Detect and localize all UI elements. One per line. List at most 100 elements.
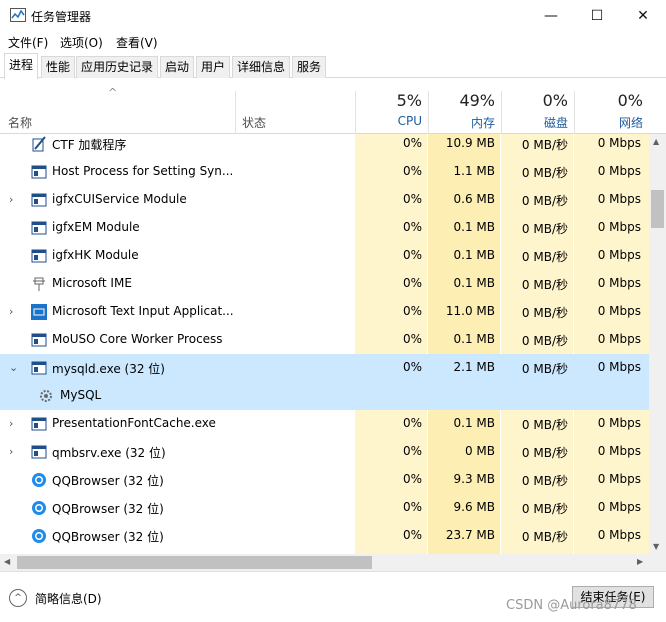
menu-options[interactable]: 选项(O) [60, 34, 103, 51]
column-network[interactable]: 0% 网络 [574, 83, 649, 134]
column-name[interactable]: 名称 [8, 114, 32, 131]
footer: ^ 简略信息(D) 结束任务(E) CSDN @Aurora8778 [0, 571, 666, 622]
title-bar: 任务管理器 — ☐ ✕ [0, 0, 666, 31]
process-name: igfxHK Module [52, 248, 139, 262]
process-row[interactable]: › igfxCUIService Module 0% 0.6 MB 0 MB/秒 0 Mb… [0, 186, 649, 214]
close-button[interactable]: ✕ [620, 0, 666, 31]
tab-services[interactable]: 服务 [292, 56, 327, 78]
memory-value: 9.3 MB [453, 472, 495, 486]
disk-value: 0 MB/秒 [521, 166, 568, 180]
service-window-icon [31, 360, 47, 376]
process-row[interactable]: Host Process for Setting Syn... 0% 1.1 MB 0… [0, 158, 649, 186]
scroll-up-icon[interactable]: ▲ [653, 137, 659, 146]
service-row[interactable]: MySQL [0, 382, 649, 410]
process-row[interactable]: › Microsoft Text Input Applicat... 0% 11.0 … [0, 298, 649, 326]
disk-value: 0 MB/秒 [521, 194, 568, 208]
process-row[interactable]: QQBrowser (32 位) 0% 9.3 MB 0 MB/秒 0 Mbps [0, 466, 649, 494]
memory-value: 0.1 MB [453, 416, 495, 430]
tab-details[interactable]: 详细信息 [232, 56, 291, 78]
cpu-value: 0% [402, 332, 422, 346]
expand-chevron-icon[interactable]: › [9, 193, 13, 206]
scroll-left-icon[interactable]: ◀ [4, 557, 10, 566]
disk-value: 0 MB/秒 [521, 418, 568, 432]
network-value: 0 Mbps [597, 248, 641, 262]
disk-value: 0 MB/秒 [521, 306, 568, 320]
tab-app-history[interactable]: 应用历史记录 [76, 56, 159, 78]
process-name: MySQL [60, 388, 102, 402]
expand-chevron-icon[interactable]: › [9, 445, 13, 458]
task-manager-icon [10, 8, 26, 22]
cpu-value: 0% [402, 304, 422, 318]
network-value: 0 Mbps [597, 416, 641, 430]
menu-file[interactable]: 文件(F) [8, 34, 48, 51]
cpu-value: 0% [402, 248, 422, 262]
process-row[interactable]: QQBrowser (32 位) 0% 23.7 MB 0 MB/秒 0 Mbps [0, 522, 649, 550]
network-value: 0 Mbps [597, 164, 641, 178]
network-value: 0 Mbps [597, 444, 641, 458]
ime-icon [31, 276, 47, 292]
process-row[interactable]: Microsoft IME 0% 0.1 MB 0 MB/秒 0 Mbps [0, 270, 649, 298]
column-disk[interactable]: 0% 磁盘 [501, 83, 574, 134]
service-window-icon [31, 248, 47, 264]
network-value: 0 Mbps [597, 472, 641, 486]
process-row[interactable]: CTF 加载程序 0% 10.9 MB 0 MB/秒 0 Mbps [0, 134, 649, 158]
disk-value: 0 MB/秒 [521, 250, 568, 264]
process-row[interactable]: QQBrowser (32 位) 0% 9.6 MB 0 MB/秒 0 Mbps [0, 494, 649, 522]
network-value: 0 Mbps [597, 192, 641, 206]
column-cpu[interactable]: 5% CPU [355, 83, 428, 134]
expand-chevron-icon[interactable]: › [9, 417, 13, 430]
column-status[interactable]: 状态 [242, 114, 266, 131]
disk-value: 0 MB/秒 [521, 362, 568, 376]
memory-label: 内存 [470, 116, 495, 130]
service-window-icon [31, 332, 47, 348]
process-row[interactable]: › PresentationFontCache.exe 0% 0.1 MB 0 MB/秒… [0, 410, 649, 438]
expand-chevron-icon[interactable]: › [9, 305, 13, 318]
process-row[interactable]: igfxEM Module 0% 0.1 MB 0 MB/秒 0 Mbps [0, 214, 649, 242]
horizontal-scrollbar[interactable]: ◀ ▶ [0, 554, 666, 571]
menu-view[interactable]: 查看(V) [116, 34, 158, 51]
disk-value: 0 MB/秒 [521, 530, 568, 544]
gear-service-icon [38, 388, 54, 404]
fewer-details-link[interactable]: 简略信息(D) [35, 590, 102, 607]
column-divider[interactable] [235, 91, 236, 134]
process-name: MoUSO Core Worker Process [52, 332, 223, 346]
process-name: mysqld.exe (32 位) [52, 362, 165, 376]
memory-value: 10.9 MB [445, 136, 495, 150]
memory-total: 49% [459, 91, 495, 110]
scroll-right-icon[interactable]: ▶ [637, 557, 643, 566]
vertical-scrollbar[interactable]: ▲ ▼ [649, 134, 666, 554]
scroll-down-icon[interactable]: ▼ [653, 542, 659, 551]
collapse-details-icon[interactable]: ^ [9, 589, 27, 607]
cpu-value: 0% [402, 444, 422, 458]
tab-users[interactable]: 用户 [196, 56, 231, 78]
ctf-loader-icon [31, 136, 47, 152]
process-name: Microsoft IME [52, 276, 132, 290]
process-name: Host Process for Setting Syn... [52, 164, 234, 178]
process-row[interactable]: MoUSO Core Worker Process 0% 0.1 MB 0 MB/秒 0… [0, 326, 649, 354]
process-row[interactable]: › qmbsrv.exe (32 位) 0% 0 MB 0 MB/秒 0 Mbps [0, 438, 649, 466]
window-title: 任务管理器 [31, 10, 92, 24]
maximize-button[interactable]: ☐ [574, 0, 620, 31]
memory-value: 0.1 MB [453, 248, 495, 262]
tab-performance[interactable]: 性能 [41, 56, 76, 78]
horizontal-scroll-thumb[interactable] [17, 556, 372, 569]
process-row[interactable]: ⌄ mysqld.exe (32 位) 0% 2.1 MB 0 MB/秒 0 Mbps [0, 354, 649, 382]
memory-value: 23.7 MB [445, 528, 495, 542]
process-row[interactable]: igfxHK Module 0% 0.1 MB 0 MB/秒 0 Mbps [0, 242, 649, 270]
tab-processes[interactable]: 进程 [4, 53, 39, 79]
column-memory[interactable]: 49% 内存 [428, 83, 501, 134]
tab-startup[interactable]: 启动 [160, 56, 195, 78]
keyboard-icon [31, 304, 47, 320]
service-window-icon [31, 220, 47, 236]
network-value: 0 Mbps [597, 332, 641, 346]
cpu-value: 0% [402, 472, 422, 486]
minimize-button[interactable]: — [528, 0, 574, 31]
collapse-chevron-icon[interactable]: ⌄ [9, 361, 18, 374]
memory-value: 1.1 MB [453, 164, 495, 178]
process-name: Microsoft Text Input Applicat... [52, 304, 234, 318]
network-value: 0 Mbps [597, 276, 641, 290]
vertical-scroll-thumb[interactable] [651, 190, 664, 228]
process-name: igfxCUIService Module [52, 192, 187, 206]
network-value: 0 Mbps [597, 220, 641, 234]
memory-value: 0.1 MB [453, 332, 495, 346]
